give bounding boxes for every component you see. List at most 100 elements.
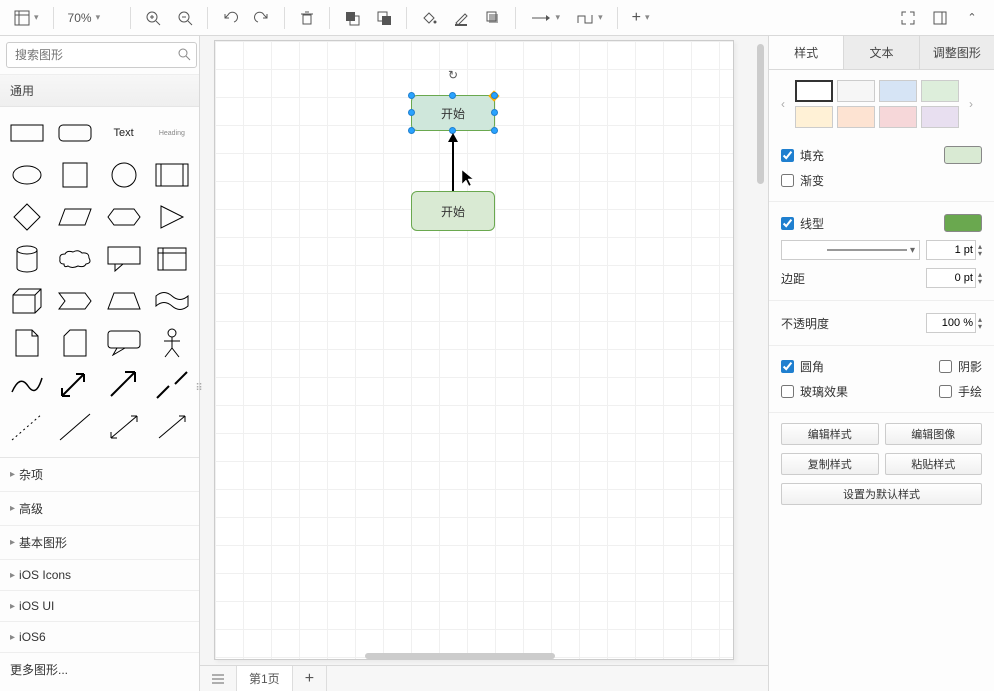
handle-se[interactable] [491,127,498,134]
search-input[interactable] [6,42,197,68]
zoom-in-button[interactable] [139,4,167,32]
shape-parallelogram[interactable] [54,199,96,235]
shape-line[interactable] [54,409,96,445]
lib-item[interactable]: 高级 [0,492,199,526]
add-page-button[interactable]: + [293,666,327,691]
rotate-handle[interactable]: ↻ [448,68,458,82]
shape-trapezoid[interactable] [103,283,145,319]
line-checkbox[interactable]: 线型 [781,215,824,232]
handle-sw[interactable] [408,127,415,134]
shape-dashed-line[interactable] [6,409,48,445]
tab-style[interactable]: 样式 [769,36,844,69]
fullscreen-button[interactable] [894,4,922,32]
waypoints-dropdown[interactable]: ▾ [570,4,609,32]
edge[interactable] [452,141,454,191]
shape-curve[interactable] [6,367,48,403]
opacity-input[interactable] [926,313,976,333]
view-dropdown[interactable]: ▾ [8,4,45,32]
lib-item[interactable]: iOS UI [0,591,199,622]
horizontal-scrollbar[interactable] [365,653,555,659]
shadow-button[interactable] [479,4,507,32]
shape-cylinder[interactable] [6,241,48,277]
handle-n[interactable] [449,92,456,99]
undo-button[interactable] [216,4,244,32]
fill-color-button[interactable] [415,4,443,32]
fill-color-button[interactable] [944,146,982,164]
delete-button[interactable] [293,4,321,32]
swatch[interactable] [879,106,917,128]
connection-dropdown[interactable]: ▾ [524,4,567,32]
line-color-button[interactable] [944,214,982,232]
lib-item[interactable]: iOS6 [0,622,199,653]
shadow-checkbox[interactable]: 阴影 [939,358,982,375]
tab-text[interactable]: 文本 [844,36,919,69]
canvas-area[interactable]: ⠿ 开始 ↻ 开始 [200,36,768,691]
shape-tape[interactable] [151,283,193,319]
shape-link[interactable] [151,367,193,403]
handle-e[interactable] [491,109,498,116]
swatch[interactable] [879,80,917,102]
zoom-out-button[interactable] [171,4,199,32]
swatch-next[interactable]: › [963,97,979,111]
edit-style-button[interactable]: 编辑样式 [781,423,879,445]
shape-text[interactable]: Text [103,115,145,151]
page-menu-button[interactable] [200,666,237,691]
shape-heading[interactable]: Heading [151,115,193,151]
copy-style-button[interactable]: 复制样式 [781,453,879,475]
shape-callout2[interactable] [103,325,145,361]
swatch[interactable] [837,106,875,128]
lib-item[interactable]: iOS Icons [0,560,199,591]
rounded-checkbox[interactable]: 圆角 [781,358,824,375]
fill-checkbox[interactable]: 填充 [781,147,824,164]
swatch[interactable] [921,80,959,102]
shape-process[interactable] [151,157,193,193]
shape-bidir-line[interactable] [103,409,145,445]
shape-cube[interactable] [6,283,48,319]
shape-note[interactable] [6,325,48,361]
shape-hexagon[interactable] [103,199,145,235]
format-panel-toggle[interactable] [926,4,954,32]
search-icon[interactable] [177,47,191,61]
node-start-2[interactable]: 开始 [411,191,495,231]
lib-item[interactable]: 杂项 [0,458,199,492]
stepper-icon[interactable]: ▴▾ [978,316,982,330]
shape-ellipse[interactable] [6,157,48,193]
to-front-button[interactable] [338,4,366,32]
swatch[interactable] [795,80,833,102]
shape-rounded-rect[interactable] [54,115,96,151]
page-tab-1[interactable]: 第1页 [237,666,293,691]
diagram-page[interactable]: 开始 ↻ 开始 [214,40,734,660]
shape-square[interactable] [54,157,96,193]
shape-actor[interactable] [151,325,193,361]
shape-dir-line[interactable] [151,409,193,445]
vertical-scrollbar[interactable] [757,44,764,184]
swatch[interactable] [837,80,875,102]
shape-diamond[interactable] [6,199,48,235]
handle-nw[interactable] [408,92,415,99]
zoom-dropdown[interactable]: 70% ▾ [62,4,122,32]
shape-callout[interactable] [103,241,145,277]
paste-style-button[interactable]: 粘贴样式 [885,453,983,475]
swatch[interactable] [921,106,959,128]
perimeter-input[interactable] [926,268,976,288]
shape-step[interactable] [54,283,96,319]
shape-internal-storage[interactable] [151,241,193,277]
stepper-icon[interactable]: ▴▾ [978,271,982,285]
shape-arrow[interactable] [103,367,145,403]
swatch[interactable] [795,106,833,128]
category-header-general[interactable]: 通用 [0,75,199,107]
shape-card[interactable] [54,325,96,361]
lib-item[interactable]: 基本图形 [0,526,199,560]
line-color-button[interactable] [447,4,475,32]
set-default-style-button[interactable]: 设置为默认样式 [781,483,982,505]
redo-button[interactable] [248,4,276,32]
stepper-icon[interactable]: ▴▾ [978,243,982,257]
handle-w[interactable] [408,109,415,116]
sketch-checkbox[interactable]: 手绘 [939,383,982,400]
line-width-input[interactable] [926,240,976,260]
line-style-select[interactable]: ▾ [781,240,920,260]
shape-circle[interactable] [103,157,145,193]
glass-checkbox[interactable]: 玻璃效果 [781,383,848,400]
shape-triangle[interactable] [151,199,193,235]
gradient-checkbox[interactable]: 渐变 [781,172,824,189]
